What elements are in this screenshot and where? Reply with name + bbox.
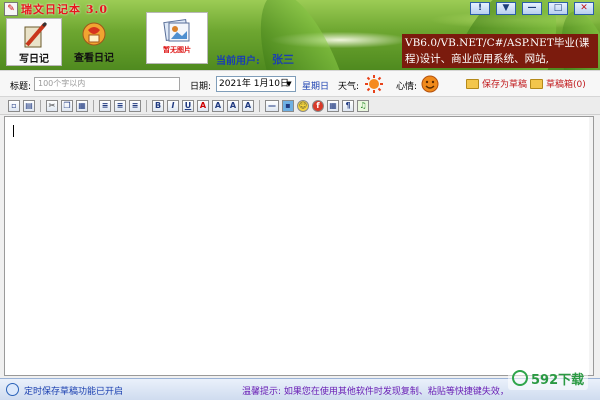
app-title: 瑞文日记本 3.0 (21, 3, 108, 16)
draft-box-label: 草稿箱(0) (546, 80, 586, 90)
save-draft-label: 保存为草稿 (482, 80, 528, 90)
font-size-up-icon[interactable]: A (212, 99, 224, 112)
view-diary-label: 查看日记 (74, 53, 114, 64)
editor-scrollbar[interactable] (589, 117, 593, 375)
flash-icon[interactable]: f (312, 99, 324, 112)
ad-line-1: VB6.0/VB.NET/C#/ASP.NET毕业(课 (405, 37, 590, 49)
bold-icon[interactable]: B (152, 99, 164, 112)
font-color-icon[interactable]: A (197, 99, 209, 112)
align-center-icon[interactable]: ≡ (114, 99, 126, 112)
emoji-icon[interactable]: ☺ (297, 99, 309, 112)
minimize-button[interactable]: — (522, 2, 542, 15)
italic-icon[interactable]: I (167, 99, 179, 112)
font-size-down-icon[interactable]: A (227, 99, 239, 112)
diary-form-row: 标题: 100个字以内 日期: 2021年 1月10日 ▼ 星期日 天气: 心情… (0, 70, 600, 97)
write-diary-button[interactable]: 写日记 (6, 18, 62, 66)
app-logo-icon: ✎ (4, 2, 18, 16)
tip-text: 温馨提示: 如果您在使用其他软件时发现复制、粘贴等快捷键失效，请关 (242, 387, 506, 397)
diary-view-icon (82, 22, 106, 46)
font-format-icon[interactable]: A (242, 99, 254, 112)
table-icon[interactable]: ▦ (327, 99, 339, 112)
folder-icon (530, 78, 543, 89)
view-diary-button[interactable]: 查看日记 (66, 18, 122, 66)
date-label: 日期: (190, 82, 212, 92)
editor-toolbar: ▫ ▤ ✂ ❐ ▦ ≡ ≡ ≡ B I U A A A A — ▪ ☺ f ▦ … (0, 97, 600, 115)
save-draft-button[interactable]: 保存为草稿 (466, 77, 527, 90)
watermark-logo-icon (512, 370, 528, 386)
write-diary-label: 写日记 (19, 54, 49, 65)
align-left-icon[interactable]: ≡ (99, 99, 111, 112)
toolbar-divider (93, 99, 94, 112)
insert-image-icon[interactable]: ▪ (282, 99, 294, 112)
cut-icon[interactable]: ✂ (46, 99, 58, 112)
title-input[interactable]: 100个字以内 (34, 77, 180, 91)
weather-label: 天气: (338, 82, 360, 92)
hint-button[interactable]: ! (470, 2, 490, 15)
diary-editor[interactable] (4, 116, 594, 376)
pencil-book-icon (24, 21, 48, 48)
weekday-text: 星期日 (302, 82, 330, 92)
photo-placeholder[interactable]: 暂无图片 (146, 12, 208, 64)
chevron-down-icon[interactable]: ▼ (283, 77, 295, 91)
maximize-button[interactable]: □ (548, 2, 568, 15)
title-label: 标题: (10, 82, 32, 92)
ad-line-2: 程)设计、商业应用系统、网站, (405, 53, 549, 65)
toolbar-divider (146, 99, 147, 112)
toolbar-divider (259, 99, 260, 112)
paste-icon[interactable]: ▦ (76, 99, 88, 112)
align-right-icon[interactable]: ≡ (129, 99, 141, 112)
underline-icon[interactable]: U (182, 99, 194, 112)
window-controls: ! ▼ — □ ✕ (470, 2, 594, 15)
watermark: 592下载 (508, 366, 589, 390)
smiley-mood-icon[interactable] (420, 74, 440, 94)
insert-line-icon[interactable]: — (265, 99, 279, 112)
watermark-text: 592下载 (531, 372, 585, 388)
music-icon[interactable]: ♫ (357, 99, 369, 112)
folder-icon (466, 78, 479, 89)
current-user-label: 当前用户: (216, 56, 260, 67)
photo-label: 暂无图片 (163, 46, 191, 54)
header-banner: ✎ 瑞文日记本 3.0 写日记 查看日记 暂无图片 当前用户: 张三 VB6.0… (0, 0, 600, 70)
sun-weather-icon[interactable] (364, 74, 384, 94)
date-picker[interactable]: 2021年 1月10日 ▼ (216, 76, 296, 92)
date-value: 2021年 1月10日 (219, 79, 289, 89)
clock-icon (6, 383, 19, 396)
ad-banner[interactable]: VB6.0/VB.NET/C#/ASP.NET毕业(课 程)设计、商业应用系统、… (402, 34, 598, 68)
app-title-bar: ✎ 瑞文日记本 3.0 (4, 2, 108, 16)
dropdown-button[interactable]: ▼ (496, 2, 516, 15)
copy-icon[interactable]: ❐ (61, 99, 73, 112)
draft-box-button[interactable]: 草稿箱(0) (530, 77, 586, 90)
mood-label: 心情: (396, 82, 418, 92)
toolbar-divider (40, 99, 41, 112)
text-caret (13, 125, 14, 137)
autosave-status: 定时保存草稿功能已开启 (24, 387, 124, 397)
special-char-icon[interactable]: ¶ (342, 99, 354, 112)
new-doc-icon[interactable]: ▫ (8, 99, 20, 112)
close-button[interactable]: ✕ (574, 2, 594, 15)
open-icon[interactable]: ▤ (23, 99, 35, 112)
photo-icon (163, 18, 190, 42)
current-user-name: 张三 (272, 53, 294, 66)
